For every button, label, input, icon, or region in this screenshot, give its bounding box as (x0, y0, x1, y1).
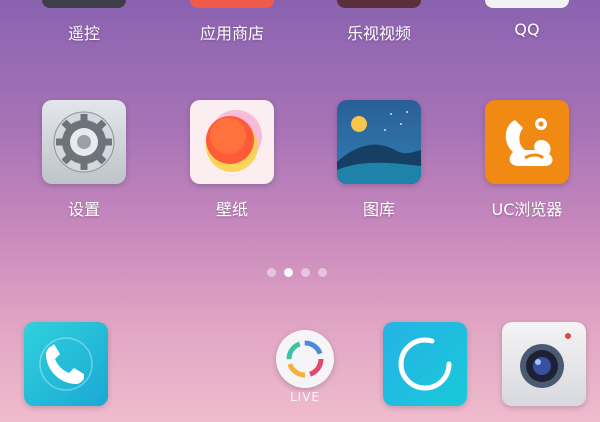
wallpaper-icon (206, 110, 262, 172)
qq-icon-partial[interactable] (485, 0, 569, 8)
app-label: 设置 (67, 200, 100, 219)
page-dot[interactable] (301, 268, 310, 277)
page-indicator (267, 268, 327, 277)
app-store-icon-partial[interactable] (190, 0, 274, 8)
letv-video-icon-partial[interactable] (337, 0, 421, 8)
app-label: 图库 (362, 200, 395, 219)
app-label: UC浏览器 (491, 200, 563, 219)
live-label: LIVE (289, 390, 320, 404)
dock-phone-button[interactable] (24, 322, 108, 406)
uc-browser-app-icon[interactable] (485, 100, 569, 184)
dock-browser-button[interactable] (383, 322, 467, 406)
remote-icon-partial[interactable] (42, 0, 126, 8)
camera-icon (520, 333, 571, 388)
app-label: 乐视视频 (346, 24, 411, 43)
page-dot[interactable] (267, 268, 276, 277)
page-dot[interactable] (318, 268, 327, 277)
dock-camera-button[interactable] (502, 322, 586, 406)
page-dot-active[interactable] (284, 268, 293, 277)
uc-browser-icon (505, 118, 553, 166)
phone-icon (39, 337, 93, 391)
settings-gear-icon (53, 111, 115, 173)
app-label: QQ (514, 20, 540, 39)
app-label: 遥控 (67, 24, 100, 43)
gallery-app-icon[interactable] (337, 100, 421, 184)
settings-app-icon[interactable] (42, 100, 126, 184)
live-icon (286, 340, 324, 378)
app-label: 应用商店 (199, 24, 264, 43)
gallery-icon (337, 111, 421, 184)
dock-live-button[interactable] (276, 330, 334, 388)
browser-circle-icon (398, 337, 452, 391)
wallpaper-app-icon[interactable] (190, 100, 274, 184)
app-label: 壁纸 (215, 200, 248, 219)
